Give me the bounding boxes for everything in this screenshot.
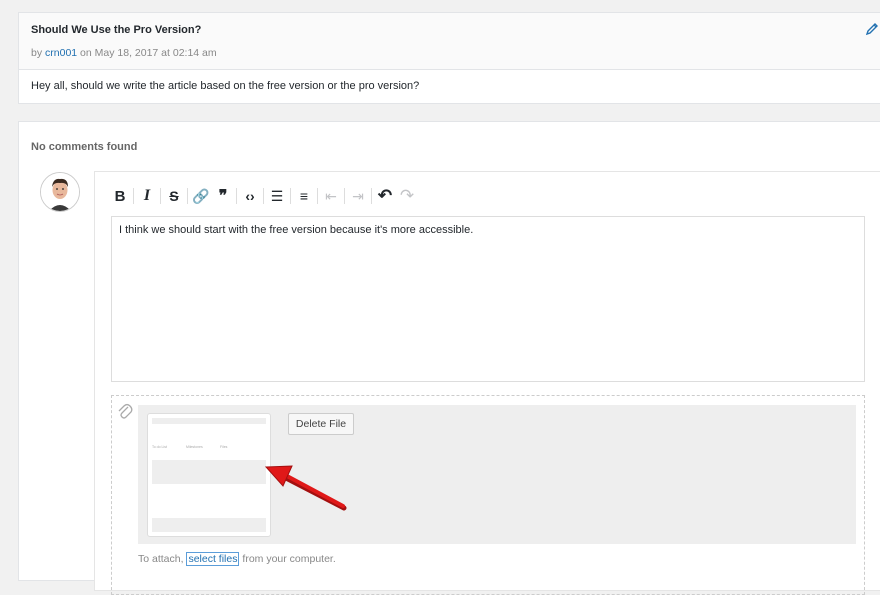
toolbar-divider — [371, 188, 372, 204]
pencil-icon[interactable] — [865, 22, 879, 36]
outdent-button[interactable]: ⇤ — [320, 185, 342, 207]
undo-button[interactable]: ↶ — [374, 185, 396, 207]
attach-hint: To attach, select files from your comput… — [138, 552, 336, 566]
thumb-footer-bar — [152, 518, 266, 532]
bold-button[interactable]: B — [109, 185, 131, 207]
topic-body: Hey all, should we write the article bas… — [31, 80, 420, 92]
meta-prefix: by — [31, 47, 46, 59]
toolbar-divider — [236, 188, 237, 204]
toolbar-divider — [344, 188, 345, 204]
meta-date: on May 18, 2017 at 02:14 am — [77, 47, 217, 59]
code-button[interactable]: ‹› — [239, 185, 261, 207]
topic-card: Should We Use the Pro Version? by crn001… — [18, 12, 880, 104]
italic-button[interactable]: I — [136, 185, 158, 207]
attach-hint-prefix: To attach, — [138, 553, 187, 565]
thumb-content-block — [152, 460, 266, 484]
bullet-list-button[interactable]: ☰ — [266, 185, 288, 207]
indent-button[interactable]: ⇥ — [347, 185, 369, 207]
toolbar-divider — [187, 188, 188, 204]
file-thumbnail[interactable]: To do List Milestones Files — [147, 413, 271, 537]
attached-files: To do List Milestones Files Delete File — [138, 405, 856, 544]
strikethrough-button[interactable]: S — [163, 185, 185, 207]
toolbar-divider — [263, 188, 264, 204]
avatar — [40, 172, 80, 212]
paperclip-icon — [118, 403, 133, 419]
thumb-label: Milestones — [186, 445, 203, 449]
link-button[interactable]: 🔗 — [190, 185, 212, 207]
comment-textarea[interactable]: I think we should start with the free ve… — [111, 216, 865, 382]
topic-header: Should We Use the Pro Version? by crn001… — [19, 13, 880, 70]
delete-file-button[interactable]: Delete File — [288, 413, 354, 435]
topic-title: Should We Use the Pro Version? — [31, 24, 202, 36]
toolbar-divider — [317, 188, 318, 204]
toolbar-divider — [160, 188, 161, 204]
blockquote-button[interactable]: ❞ — [212, 185, 234, 207]
author-link[interactable]: crn001 — [45, 47, 77, 59]
topic-meta: by crn001 on May 18, 2017 at 02:14 am — [31, 47, 217, 59]
toolbar-divider — [133, 188, 134, 204]
numbered-list-button[interactable]: ≡ — [293, 185, 315, 207]
thumb-label: To do List — [152, 445, 167, 449]
redo-button[interactable]: ↷ — [396, 185, 418, 207]
thumb-label: Files — [220, 445, 228, 449]
comments-card: No comments found B I S 🔗 ❞ ‹› ☰ ≡ ⇤ ⇥ ↶ ↷ I think … — [18, 121, 880, 595]
comment-editor: B I S 🔗 ❞ ‹› ☰ ≡ ⇤ ⇥ ↶ ↷ I think we should start wi… — [94, 171, 880, 595]
attach-hint-suffix: from your computer. — [239, 553, 336, 565]
thumb-header-bar — [152, 418, 266, 424]
attachment-dropzone[interactable]: To do List Milestones Files Delete File … — [111, 395, 865, 595]
select-files-link[interactable]: select files — [186, 552, 240, 566]
toolbar-divider — [290, 188, 291, 204]
editor-toolbar: B I S 🔗 ❞ ‹› ☰ ≡ ⇤ ⇥ ↶ ↷ — [109, 184, 418, 208]
no-comments-text: No comments found — [31, 141, 138, 153]
user-avatar-icon — [41, 173, 79, 211]
